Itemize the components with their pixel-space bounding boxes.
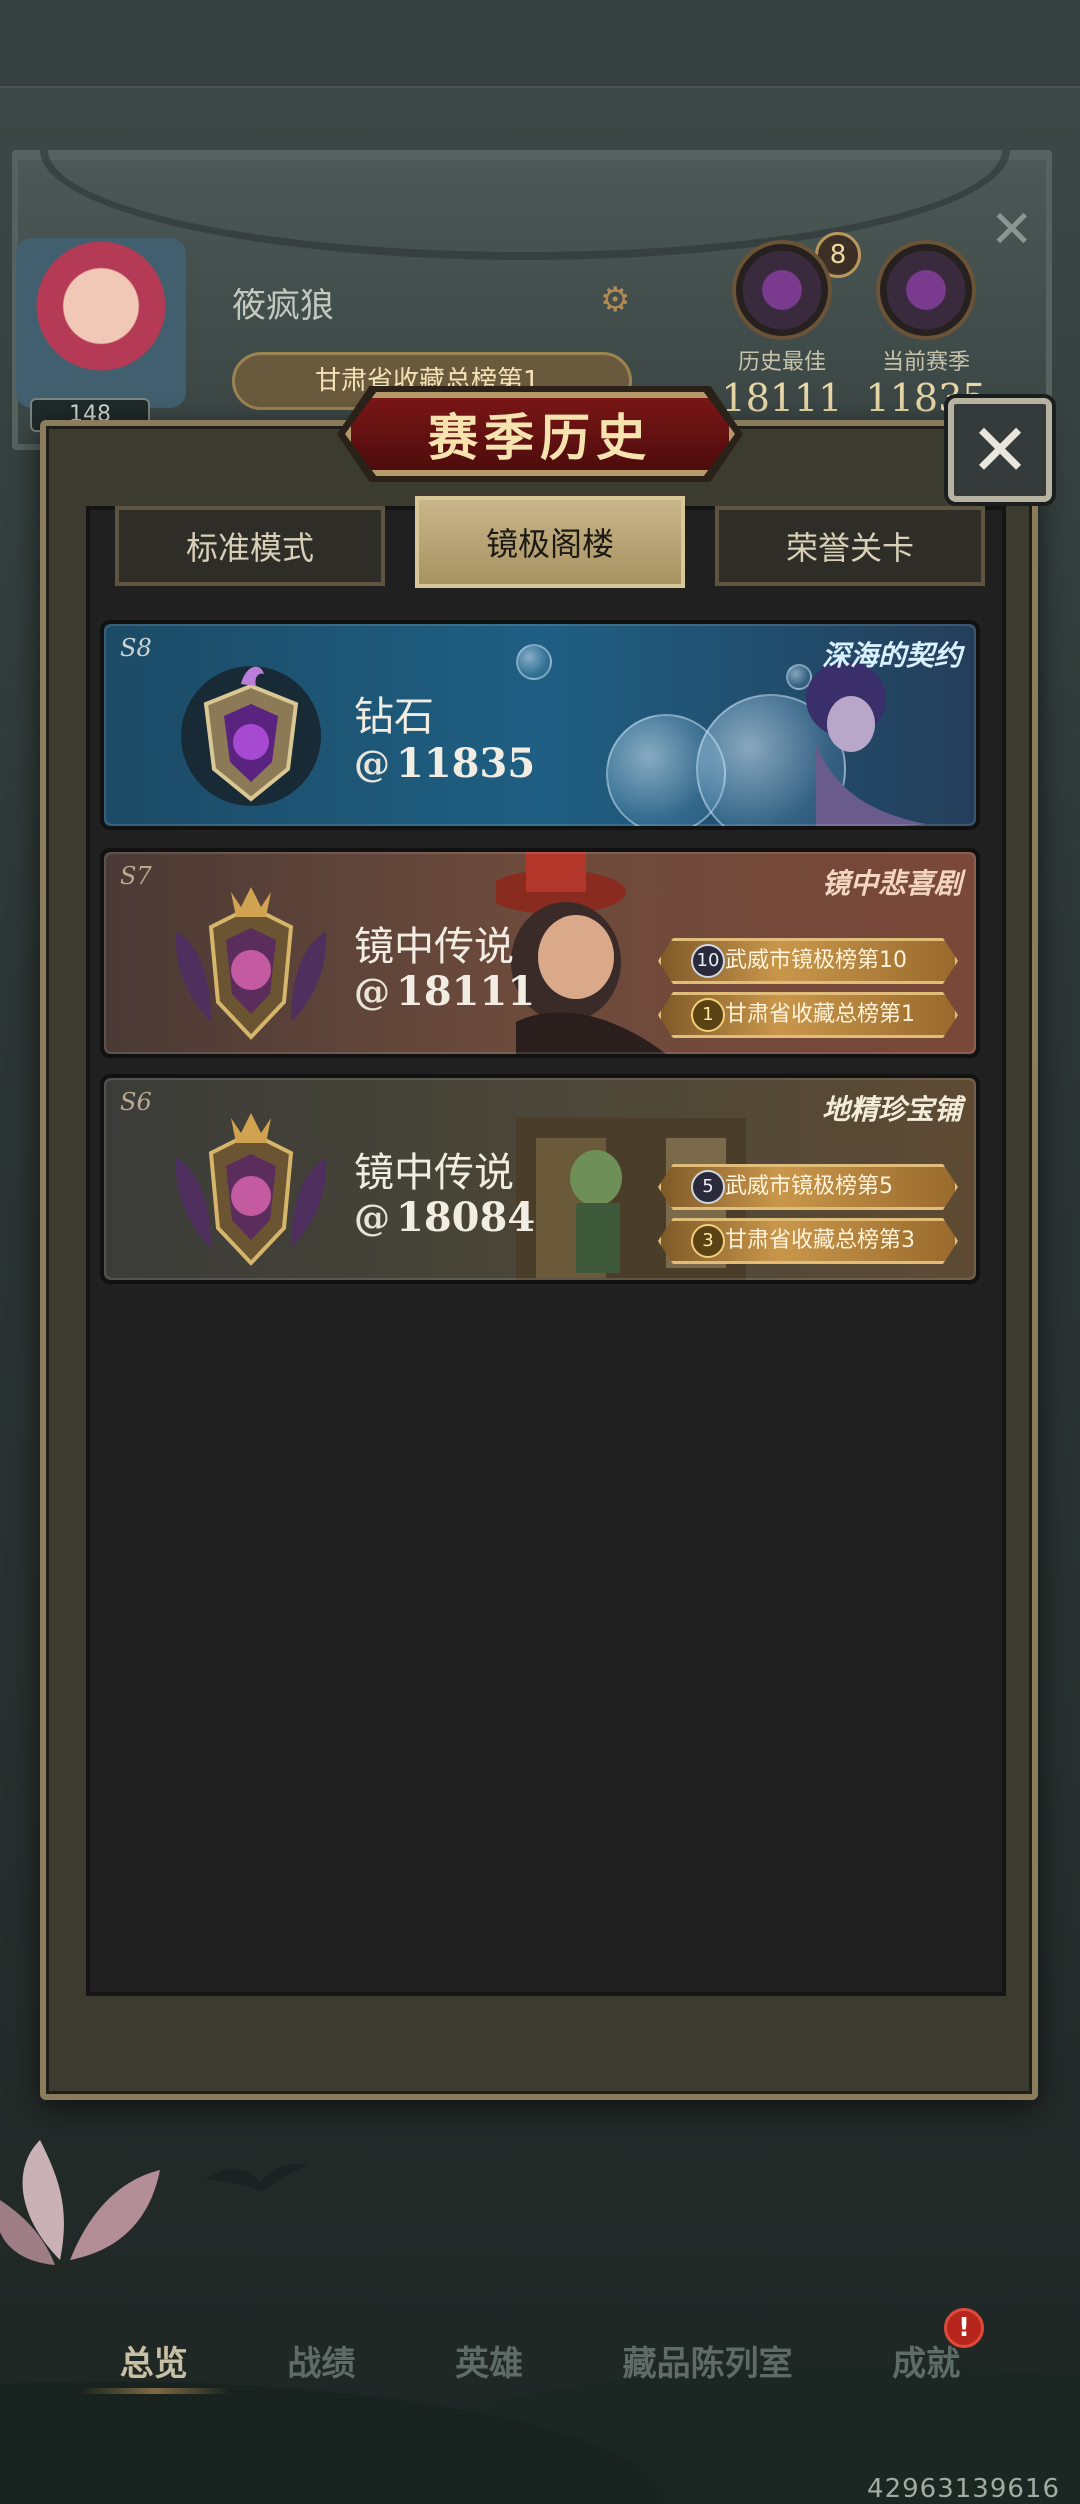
alert-badge: ! xyxy=(944,2308,984,2348)
season-theme-title: 地精珍宝铺 xyxy=(821,1093,962,1126)
nav-overview[interactable]: 总览 xyxy=(120,2336,188,2385)
top-status-bar xyxy=(0,0,1080,88)
score-value: 11835 xyxy=(396,740,536,787)
rank-number-badge: 5 xyxy=(691,1170,725,1204)
rank-score: @ 11835 xyxy=(354,740,535,787)
avatar[interactable] xyxy=(16,238,186,408)
rank-number-badge: 3 xyxy=(691,1224,725,1258)
user-id: 42963139616 xyxy=(867,2474,1060,2504)
tab-mirror-attic[interactable]: 镜极阁楼 xyxy=(415,496,685,588)
season-label: S6 xyxy=(120,1088,152,1116)
close-button[interactable]: ✕ xyxy=(948,398,1052,502)
nav-collection-room[interactable]: 藏品陈列室 xyxy=(623,2336,793,2385)
season-card-s8[interactable]: S8 钻石 @ 11835 深海的契约 xyxy=(100,620,980,830)
stat-current-season: 当前赛季 11835 xyxy=(856,240,996,420)
season-card-s6[interactable]: S6 镜中传说 @ 18084 地精珍宝铺 5 武威市镜极榜第5 3 甘肃省收藏… xyxy=(100,1074,980,1284)
mirror-legend-emblem-icon xyxy=(175,1113,327,1266)
stat-label: 当前赛季 xyxy=(881,350,970,375)
honor-pill: 5 武威市镜极榜第5 xyxy=(658,1164,958,1210)
close-icon[interactable]: ✕ xyxy=(990,200,1034,260)
honor-text: 武威市镜极榜第5 xyxy=(725,1174,893,1199)
stat-history-best: 历史最佳 18111 xyxy=(712,240,852,420)
mirror-legend-emblem-icon xyxy=(175,887,327,1040)
player-name: 筱疯狼 xyxy=(232,286,334,326)
season-label: S8 xyxy=(120,634,152,662)
stat-value: 18111 xyxy=(721,376,843,420)
season-label: S7 xyxy=(120,862,152,890)
stat-label: 历史最佳 xyxy=(737,350,826,375)
rank-number-badge: 10 xyxy=(691,944,725,978)
honor-pill: 10 武威市镜极榜第10 xyxy=(658,938,958,984)
nav-heroes[interactable]: 英雄 xyxy=(455,2336,523,2385)
nav-active-indicator xyxy=(80,2388,230,2394)
bird-decoration-icon xyxy=(205,2163,308,2192)
close-icon: ✕ xyxy=(969,408,1031,492)
rank-score: @ 18084 xyxy=(354,1194,535,1241)
tab-honor-levels[interactable]: 荣誉关卡 xyxy=(715,506,985,586)
season-theme-title: 深海的契约 xyxy=(821,639,962,672)
rank-badge-icon xyxy=(732,240,832,340)
honor-text: 甘肃省收藏总榜第3 xyxy=(725,1228,915,1253)
season-card-s7[interactable]: S7 镜中传说 @ 18111 镜中悲喜剧 10 武威市镜极榜第10 1 甘肃省… xyxy=(100,848,980,1058)
tab-standard-mode[interactable]: 标准模式 xyxy=(115,506,385,586)
spiral-icon: @ xyxy=(354,970,390,1013)
rank-name: 镜中传说 xyxy=(354,924,514,970)
lotus-decoration-icon xyxy=(0,2140,160,2265)
season-theme-title: 镜中悲喜剧 xyxy=(821,867,962,900)
rank-name: 钻石 xyxy=(354,694,434,740)
gear-icon[interactable]: ⚙ xyxy=(600,280,630,320)
score-value: 18084 xyxy=(396,1194,536,1241)
rank-score: @ 18111 xyxy=(354,968,535,1015)
spiral-icon: @ xyxy=(354,1196,390,1239)
rank-number-badge: 1 xyxy=(691,998,725,1032)
honor-pill: 1 甘肃省收藏总榜第1 xyxy=(658,992,958,1038)
rank-badge-icon xyxy=(876,240,976,340)
honor-text: 甘肃省收藏总榜第1 xyxy=(725,1002,915,1027)
nav-record[interactable]: 战绩 xyxy=(287,2336,355,2385)
rank-name: 镜中传说 xyxy=(354,1150,514,1196)
honor-pill: 3 甘肃省收藏总榜第3 xyxy=(658,1218,958,1264)
modal-title-plate: 赛季历史 xyxy=(345,392,735,476)
modal-title: 赛季历史 xyxy=(428,408,652,467)
score-value: 18111 xyxy=(396,968,536,1015)
spiral-icon: @ xyxy=(354,742,390,785)
honor-text: 武威市镜极榜第10 xyxy=(725,948,907,973)
mode-tabs: 标准模式 镜极阁楼 荣誉关卡 xyxy=(115,496,985,588)
diamond-rank-emblem-icon xyxy=(181,666,321,806)
